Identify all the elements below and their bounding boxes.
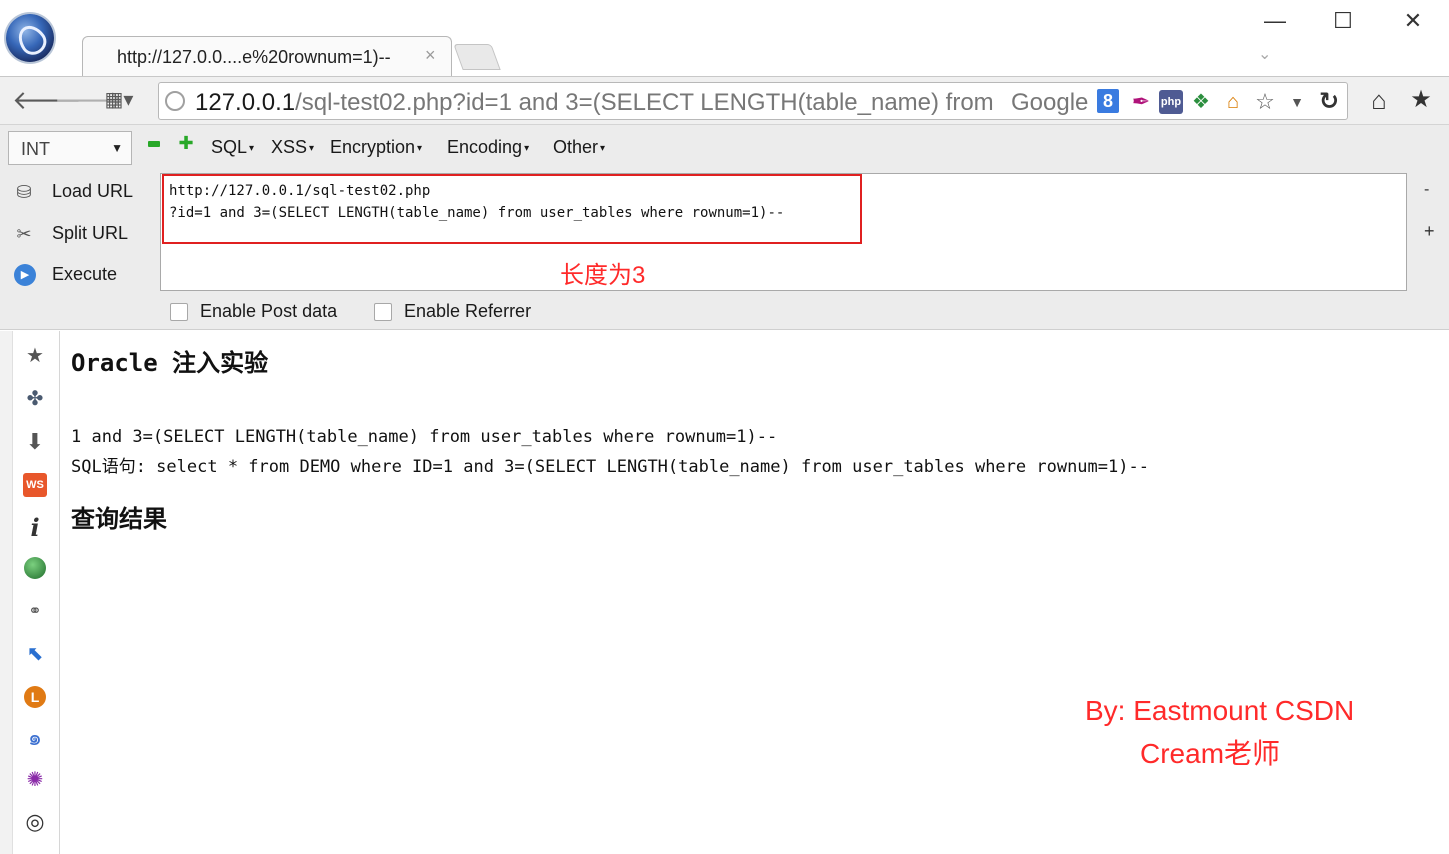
close-window-button[interactable]: ✕ (1398, 8, 1428, 34)
enable-referrer-label: Enable Referrer (404, 301, 532, 321)
title-bar: http://127.0.0....e%20rownum=1)-- × ⌄ — … (0, 0, 1449, 76)
minimize-button[interactable]: — (1260, 8, 1290, 34)
addon-sidebar: ★ ✤ ⬇ WS i ⚭ ⬉ L ๑ ✺ ◎ (0, 331, 60, 854)
forward-arrow-icon[interactable]: 🡒 (54, 85, 124, 115)
new-tab-button[interactable] (453, 44, 501, 70)
l-badge-text: L (24, 686, 46, 708)
history-grid-icon[interactable]: ▦▾ (96, 85, 142, 115)
menu-encryption[interactable]: Encryption ▾ (330, 137, 422, 158)
result-heading: 查询结果 (71, 505, 167, 533)
l-icon[interactable]: L (22, 683, 48, 709)
star-icon[interactable]: ☆ (1253, 90, 1277, 114)
caret-icon: ▾ (524, 142, 530, 154)
ws-icon[interactable]: WS (23, 473, 47, 497)
sql-statement: SQL语句: select * from DEMO where ID=1 and… (71, 457, 1149, 477)
swirl-icon[interactable]: ๑ (22, 725, 48, 751)
shrink-textarea-button[interactable]: - (1424, 181, 1429, 199)
watermark-teacher: Cream老师 (1140, 738, 1281, 769)
bookmark-star-icon[interactable]: ★ (1406, 85, 1436, 115)
minus-icon[interactable] (148, 141, 160, 147)
feather-icon[interactable]: ✒ (1129, 90, 1153, 114)
menu-encoding-label: Encoding (447, 137, 523, 157)
menu-encryption-label: Encryption (330, 137, 416, 157)
windows-icon[interactable]: ❖ (1189, 90, 1213, 114)
caret-icon: ▾ (600, 142, 606, 154)
execute-label: Execute (52, 264, 118, 284)
split-url-icon: ✂ (16, 224, 32, 244)
load-url-icon: ⛁ (16, 182, 32, 202)
split-url-label: Split URL (52, 223, 129, 243)
back-arrow-icon[interactable]: 🡐 (12, 85, 82, 115)
annotation-highlight-box (162, 174, 862, 244)
type-select-value: INT (21, 139, 50, 159)
reload-icon[interactable]: ↻ (1317, 90, 1341, 114)
menu-other-label: Other (553, 137, 599, 157)
hackbar-panel: INT ▼ ✚ SQL ▾ XSS ▾ Encryption ▾ Encoding ▾ … (0, 124, 1449, 330)
enable-post-data-label: Enable Post data (200, 301, 338, 321)
globe-icon (165, 91, 185, 111)
google-icon[interactable]: 8 (1097, 89, 1119, 113)
page-title: Oracle 注入实验 (71, 349, 269, 377)
browser-tab[interactable]: http://127.0.0....e%20rownum=1)-- × (82, 36, 452, 76)
url-path: /sql-test02.php?id=1 and 3=(SELECT LENGT… (295, 89, 994, 116)
checkbox-box[interactable] (374, 303, 392, 321)
url-bar[interactable]: 127.0.0.1/sql-test02.php?id=1 and 3=(SEL… (158, 82, 1348, 120)
caret-icon: ▾ (309, 142, 315, 154)
watermark-author: By: Eastmount CSDN (1085, 695, 1355, 726)
php-icon[interactable]: php (1159, 90, 1183, 114)
search-engine-label[interactable]: Google (1011, 89, 1088, 117)
page-content: Oracle 注入实验 1 and 3=(SELECT LENGTH(table… (61, 331, 1449, 854)
maximize-button[interactable]: ☐ (1328, 8, 1358, 34)
menu-encoding[interactable]: Encoding ▾ (447, 137, 529, 158)
load-url-label: Load URL (52, 181, 134, 201)
glasses-icon[interactable]: ⚭ (22, 599, 48, 625)
param-echo: 1 and 3=(SELECT LENGTH(table_name) from … (71, 427, 778, 447)
url-host: 127.0.0.1 (195, 89, 296, 116)
menu-xss-label: XSS (271, 137, 308, 157)
cursor-icon[interactable]: ⬉ (22, 641, 48, 667)
url-text[interactable]: 127.0.0.1/sql-test02.php?id=1 and 3=(SEL… (195, 89, 995, 117)
type-select[interactable]: INT ▼ (8, 131, 132, 165)
info-icon[interactable]: i (22, 515, 48, 541)
app-logo-icon[interactable] (6, 14, 54, 62)
url-dropdown-icon[interactable]: ▼ (1285, 90, 1309, 114)
tab-close-icon[interactable]: × (425, 45, 436, 66)
menu-sql[interactable]: SQL ▾ (211, 137, 254, 158)
menu-xss[interactable]: XSS ▾ (271, 137, 314, 158)
grow-textarea-button[interactable]: + (1424, 221, 1435, 242)
chevron-down-icon: ▼ (111, 141, 123, 155)
caret-icon: ▾ (417, 142, 423, 154)
execute-icon: ▶ (14, 264, 36, 286)
checkbox-box[interactable] (170, 303, 188, 321)
ball-icon[interactable] (22, 557, 48, 583)
puzzle-icon[interactable]: ✤ (22, 386, 48, 412)
home-icon[interactable]: ⌂ (1364, 85, 1394, 115)
menu-sql-label: SQL (211, 137, 248, 157)
plus-icon[interactable]: ✚ (178, 134, 194, 152)
tab-list-arrow-icon[interactable]: ⌄ (1258, 44, 1271, 64)
download-icon[interactable]: ⬇ (22, 429, 48, 455)
annotation-note: 长度为3 (560, 262, 646, 289)
star-icon[interactable]: ★ (22, 343, 48, 369)
tab-title: http://127.0.0....e%20rownum=1)-- (117, 47, 391, 67)
navigation-bar: 🡐 🡒 ▦▾ 127.0.0.1/sql-test02.php?id=1 and… (0, 76, 1449, 124)
menu-other[interactable]: Other ▾ (553, 137, 605, 158)
caret-icon: ▾ (249, 142, 255, 154)
palette-icon[interactable]: ◎ (22, 809, 48, 835)
bug-icon[interactable]: ✺ (22, 767, 48, 793)
home-addon-icon[interactable]: ⌂ (1221, 90, 1245, 114)
